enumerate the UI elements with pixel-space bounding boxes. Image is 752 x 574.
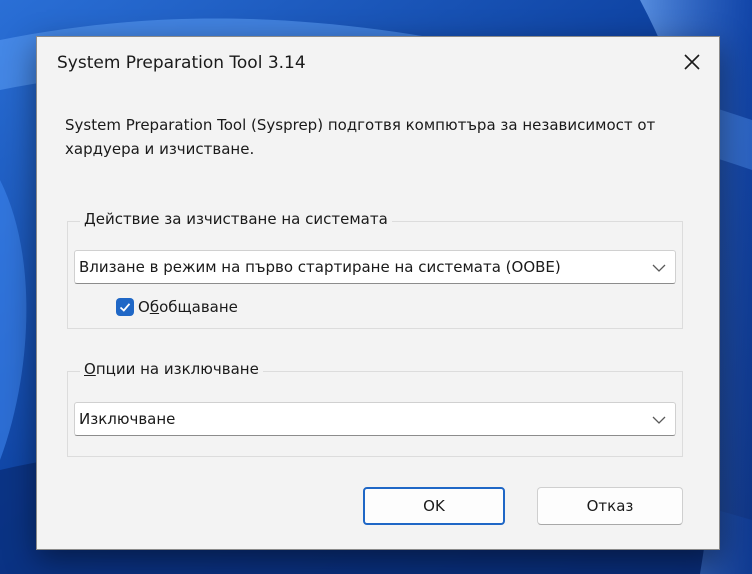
shutdown-options-dropdown[interactable]: Изключване [74,402,676,436]
close-icon [684,54,700,70]
sysprep-dialog: System Preparation Tool 3.14 System Prep… [36,36,720,550]
generalize-checkbox[interactable]: Обобщаване [116,298,238,316]
description-text: System Preparation Tool (Sysprep) подгот… [65,116,656,158]
shutdown-options-group: Опции на изключване Изключване [67,360,683,457]
cleanup-action-value: Влизане в режим на първо стартиране на с… [79,258,561,276]
checkmark-icon [119,303,131,312]
shutdown-options-legend: Опции на изключване [80,360,263,378]
cleanup-action-group: Действие за изчистване на системата Влиз… [67,210,683,329]
cleanup-action-legend: Действие за изчистване на системата [80,210,392,228]
cleanup-action-dropdown[interactable]: Влизане в режим на първо стартиране на с… [74,250,676,284]
shutdown-options-value: Изключване [79,410,176,428]
close-button[interactable] [673,45,711,79]
generalize-label: Обобщаване [138,298,238,316]
ok-button[interactable]: OK [363,487,505,525]
checkbox-box [116,298,134,316]
dialog-title: System Preparation Tool 3.14 [57,53,306,73]
chevron-down-icon [652,416,666,424]
chevron-down-icon [652,264,666,272]
cancel-button[interactable]: Отказ [537,487,683,525]
